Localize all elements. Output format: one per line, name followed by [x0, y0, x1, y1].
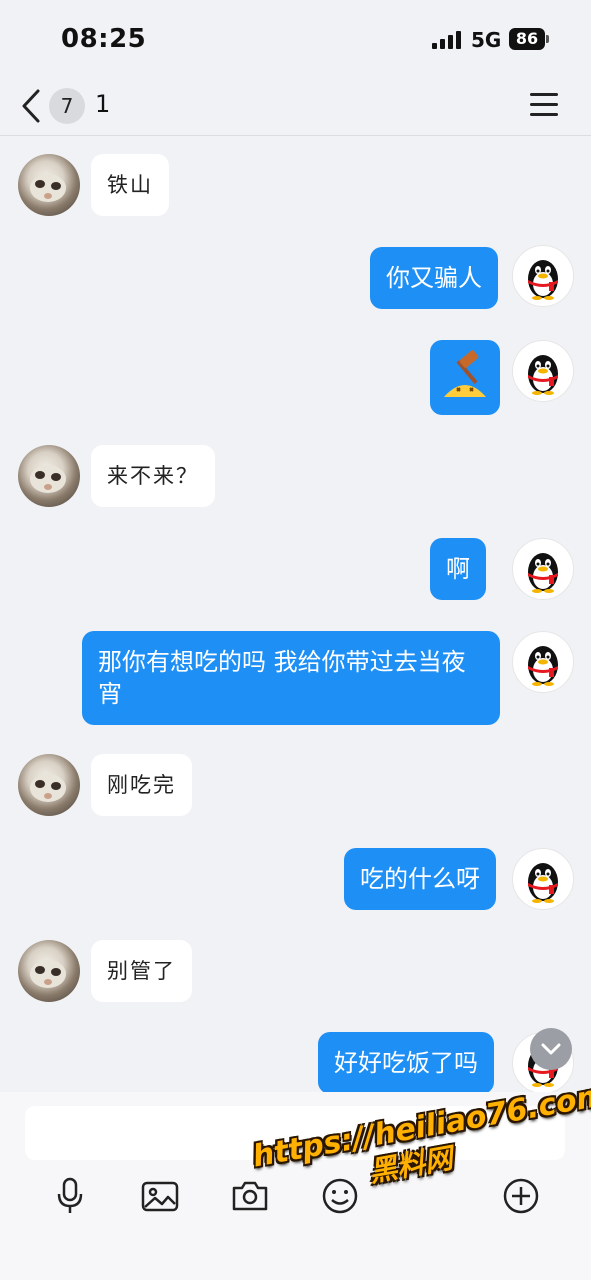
penguin-avatar-icon	[528, 355, 558, 395]
message-bubble-incoming[interactable]: 来不来？	[91, 445, 215, 507]
my-avatar[interactable]	[512, 245, 574, 307]
back-button[interactable]	[18, 86, 46, 126]
message-bubble-outgoing[interactable]: 你又骗人	[370, 247, 498, 309]
battery-tip	[546, 35, 549, 43]
microphone-icon	[57, 1177, 83, 1213]
chevron-left-icon	[22, 89, 40, 123]
unread-count-badge: 7	[49, 88, 85, 124]
message-bubble-incoming[interactable]: 刚吃完	[91, 754, 192, 816]
message-list[interactable]: 铁山 你又骗人 来不来？ 啊 那你有想吃的吗 我给你带过去当夜宵 刚吃完 吃的什…	[0, 137, 591, 1092]
message-bubble-incoming[interactable]: 别管了	[91, 940, 192, 1002]
cat-avatar-image	[30, 174, 66, 202]
penguin-avatar-icon	[528, 260, 558, 300]
signal-strength-icon	[432, 29, 462, 49]
status-bar: 08:25 5G 86	[0, 0, 591, 80]
contact-avatar[interactable]	[18, 940, 80, 1002]
more-button[interactable]	[501, 1176, 541, 1216]
my-avatar[interactable]	[512, 340, 574, 402]
chat-screen: 08:25 5G 86 7 1 铁山 你又骗人 来不来？ 啊 那你有想吃的吗 我…	[0, 0, 591, 1280]
penguin-avatar-icon	[528, 646, 558, 686]
cat-avatar-image	[30, 465, 66, 493]
voice-button[interactable]	[50, 1176, 90, 1216]
my-avatar[interactable]	[512, 848, 574, 910]
message-bubble-outgoing[interactable]: 啊	[430, 538, 486, 600]
chat-header: 7 1	[0, 80, 591, 136]
network-label: 5G	[471, 28, 502, 52]
chevron-down-icon	[541, 1043, 561, 1055]
battery-icon: 86	[509, 28, 545, 50]
status-time: 08:25	[61, 24, 147, 54]
cat-avatar-image	[30, 774, 66, 802]
message-bubble-outgoing[interactable]: 吃的什么呀	[344, 848, 496, 910]
contact-avatar[interactable]	[18, 754, 80, 816]
hammer-emoji-icon	[444, 350, 486, 397]
scroll-to-bottom-button[interactable]	[530, 1028, 572, 1070]
message-bubble-outgoing[interactable]: 那你有想吃的吗 我给你带过去当夜宵	[82, 631, 500, 725]
sticker-bubble-outgoing[interactable]	[430, 340, 500, 415]
image-button[interactable]	[140, 1176, 180, 1216]
contact-avatar[interactable]	[18, 154, 80, 216]
penguin-avatar-icon	[528, 863, 558, 903]
message-bubble-incoming[interactable]: 铁山	[91, 154, 169, 216]
contact-avatar[interactable]	[18, 445, 80, 507]
image-icon	[141, 1181, 179, 1212]
menu-button[interactable]	[528, 90, 560, 120]
chat-title: 1	[95, 90, 111, 118]
penguin-avatar-icon	[528, 553, 558, 593]
plus-icon	[503, 1178, 539, 1214]
cat-avatar-image	[30, 960, 66, 988]
my-avatar[interactable]	[512, 631, 574, 693]
message-bubble-outgoing[interactable]: 好好吃饭了吗	[318, 1032, 494, 1092]
my-avatar[interactable]	[512, 538, 574, 600]
